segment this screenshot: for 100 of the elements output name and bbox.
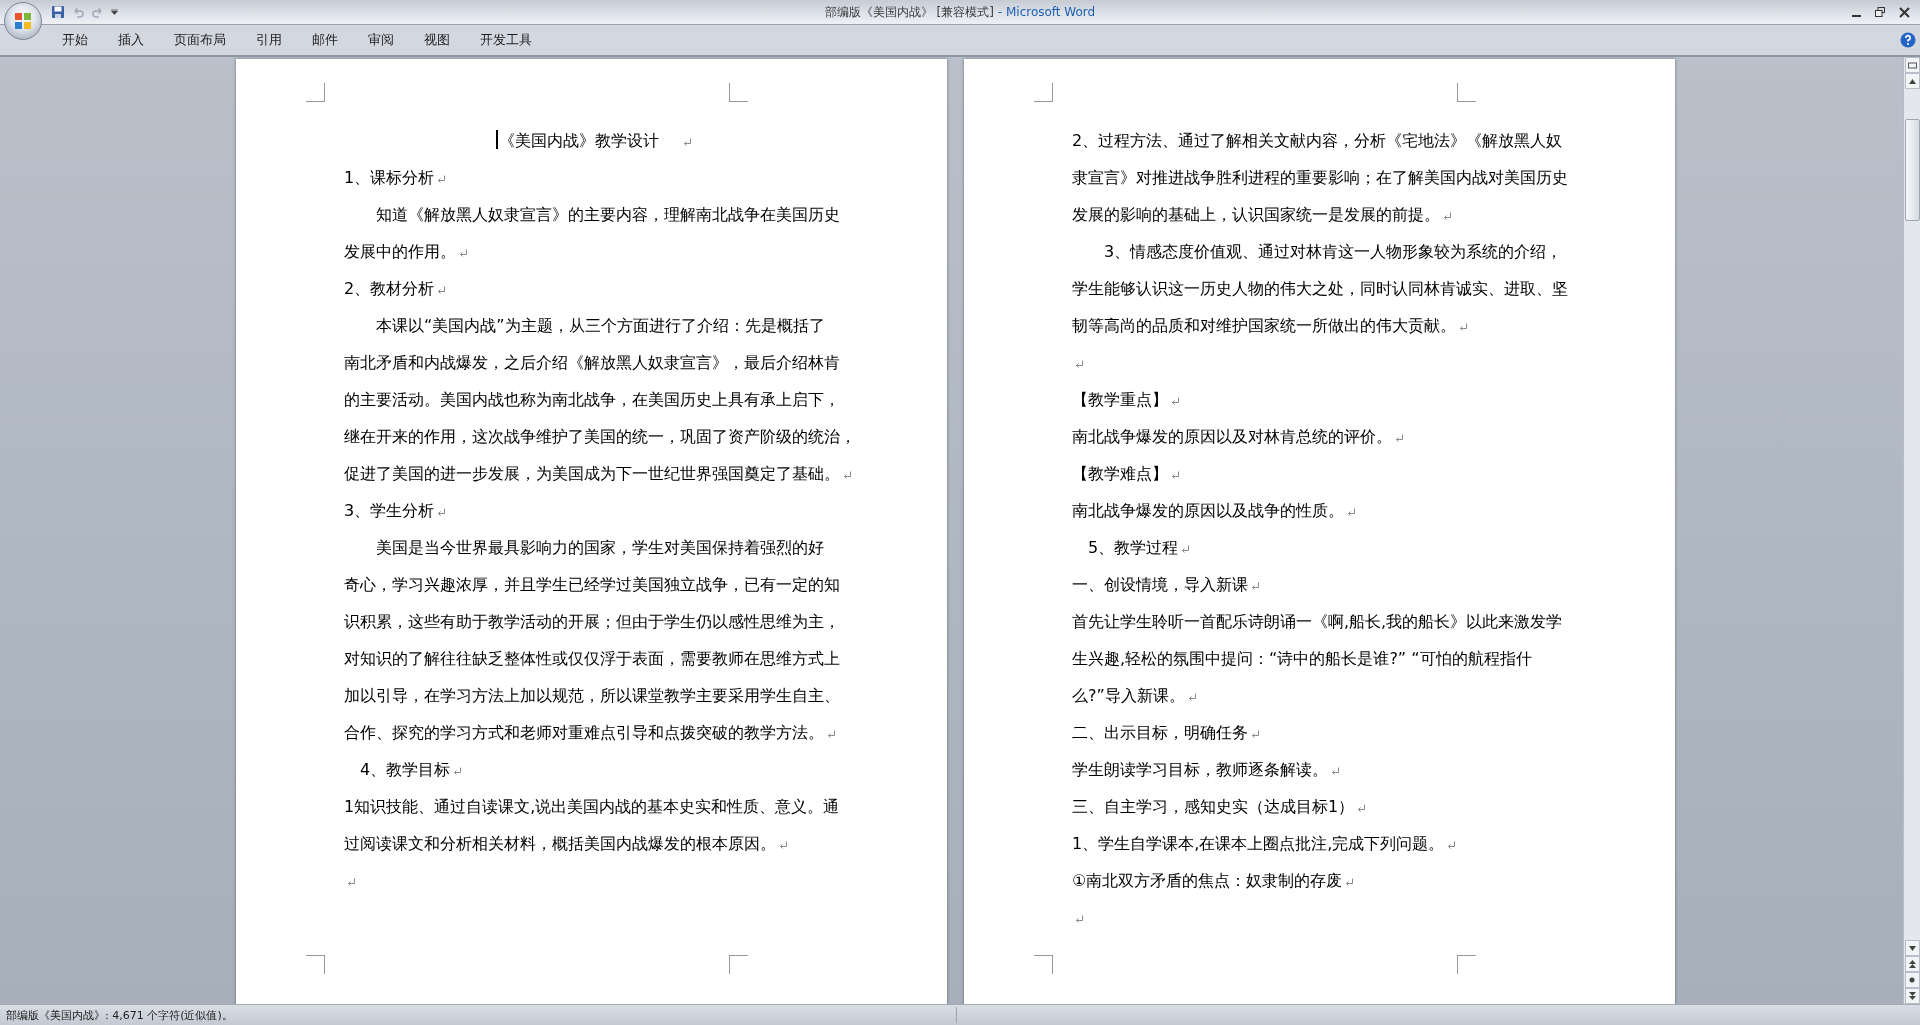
ribbon-tab[interactable]: 开发工具 bbox=[468, 28, 544, 52]
text-line: 3、学生分析 bbox=[344, 501, 435, 520]
dropdown-caret-icon bbox=[111, 9, 118, 15]
text-line: 加以引导，在学习方法上加以规范，所以课堂教学主要采用学生自主、 bbox=[344, 686, 840, 705]
close-icon bbox=[1898, 6, 1910, 18]
document-title: 《美国内战》教学设计 bbox=[499, 131, 660, 150]
paragraph-mark-icon bbox=[1395, 434, 1404, 443]
text-line: 1、学生自学课本,在课本上圈点批注,完成下列问题。 bbox=[1072, 834, 1445, 853]
text-line: 1、课标分析 bbox=[344, 168, 435, 187]
text-line: 南北矛盾和内战爆发，之后介绍《解放黑人奴隶宣言》，最后介绍林肯 bbox=[344, 353, 840, 372]
text-line: 发展中的作用。 bbox=[344, 242, 456, 261]
crop-mark bbox=[729, 955, 748, 974]
previous-page-button[interactable] bbox=[1904, 956, 1920, 972]
text-line: 知道《解放黑人奴隶宣言》的主要内容，理解南北战争在美国历史 bbox=[376, 205, 840, 224]
text-line: 5、教学过程 bbox=[1088, 538, 1179, 557]
dot-icon bbox=[1909, 977, 1915, 983]
paragraph-mark-icon bbox=[1075, 360, 1084, 369]
text-line: 4、教学目标 bbox=[360, 760, 451, 779]
text-line: 继在开来的作用，这次战争维护了美国的统一，巩固了资产阶级的统治， bbox=[344, 427, 856, 446]
text-line: 美国是当今世界最具影响力的国家，学生对美国保持着强烈的好 bbox=[376, 538, 824, 557]
browse-object-button[interactable] bbox=[1904, 972, 1920, 988]
text-line: 隶宣言》对推进战争胜利进程的重要影响；在了解美国内战对美国历史 bbox=[1072, 168, 1568, 187]
paragraph-mark-icon bbox=[1443, 212, 1452, 221]
crop-mark bbox=[306, 955, 325, 974]
ribbon-tab[interactable]: 引用 bbox=[244, 28, 294, 52]
ribbon-tab[interactable]: 视图 bbox=[412, 28, 462, 52]
paragraph-mark-icon bbox=[1459, 323, 1468, 332]
paragraph-mark-icon bbox=[1251, 582, 1260, 591]
next-page-button[interactable] bbox=[1904, 988, 1920, 1004]
text-line: 南北战争爆发的原因以及对林肯总统的评价。 bbox=[1072, 427, 1392, 446]
crop-mark bbox=[1034, 955, 1053, 974]
text-line: 【教学重点】 bbox=[1072, 390, 1168, 409]
paragraph-mark-icon bbox=[1181, 545, 1191, 554]
redo-icon bbox=[91, 5, 105, 19]
text-line: 1知识技能、通过自读课文,说出美国内战的基本史实和性质、意义。通 bbox=[344, 797, 840, 816]
ruler-button[interactable] bbox=[1904, 57, 1920, 73]
paragraph-mark-icon bbox=[1187, 693, 1197, 702]
ribbon-tab[interactable]: 开始 bbox=[50, 28, 100, 52]
text-line: 韧等高尚的品质和对维护国家统一所做出的伟大贡献。 bbox=[1072, 316, 1456, 335]
text-line: 过阅读课文和分析相关材料，概括美国内战爆发的根本原因。 bbox=[344, 834, 776, 853]
text-line: 学生朗读学习目标，教师逐条解读。 bbox=[1072, 760, 1328, 779]
paragraph-mark-icon bbox=[1171, 471, 1180, 480]
text-line: 合作、探究的学习方式和老师对重难点引导和点拨突破的教学方法。 bbox=[344, 723, 824, 742]
down-arrow-icon bbox=[1908, 945, 1916, 951]
text-line: 【教学难点】 bbox=[1072, 464, 1168, 483]
double-up-arrow-icon bbox=[1908, 960, 1916, 968]
paragraph-mark-icon bbox=[1331, 767, 1340, 776]
crop-mark bbox=[1457, 955, 1476, 974]
text-line: 二、出示目标，明确任务 bbox=[1072, 723, 1248, 742]
paragraph-mark-icon bbox=[437, 508, 447, 517]
text-line: 本课以“美国内战”为主题，从三个方面进行了介绍：先是概括了 bbox=[376, 316, 825, 335]
text-line: 三、自主学习，感知史实（达成目标1） bbox=[1072, 797, 1355, 816]
paragraph-mark-icon bbox=[682, 138, 692, 147]
text-line: 2、过程方法、通过了解相关文献内容，分析《宅地法》《解放黑人奴 bbox=[1072, 131, 1563, 150]
crop-mark bbox=[306, 83, 325, 102]
crop-mark bbox=[1457, 83, 1476, 102]
paragraph-mark-icon bbox=[459, 249, 468, 258]
ribbon-tab[interactable]: 邮件 bbox=[300, 28, 350, 52]
scroll-down-button[interactable] bbox=[1904, 940, 1920, 956]
paragraph-mark-icon bbox=[779, 841, 788, 850]
save-icon bbox=[51, 5, 65, 19]
paragraph-mark-icon bbox=[1075, 915, 1084, 924]
undo-icon bbox=[71, 5, 85, 19]
help-button[interactable] bbox=[1900, 32, 1916, 48]
status-text: 部编版《美国内战》: 4,671 个字符(近似值)。 bbox=[5, 1007, 234, 1023]
crop-mark bbox=[1034, 83, 1053, 102]
paragraph-mark-icon bbox=[347, 878, 356, 887]
paragraph-mark-icon bbox=[1347, 508, 1356, 517]
text-line: 学生能够认识这一历史人物的伟大之处，同时认同林肯诚实、进取、坚 bbox=[1072, 279, 1568, 298]
paragraph-mark-icon bbox=[843, 471, 852, 480]
window-title: 部编版《美国内战》 [兼容模式] bbox=[824, 4, 994, 19]
ribbon-tab[interactable]: 插入 bbox=[106, 28, 156, 52]
paragraph-mark-icon bbox=[437, 286, 447, 295]
ribbon-tab[interactable]: 页面布局 bbox=[162, 28, 238, 52]
office-logo-icon bbox=[13, 11, 33, 31]
text-line: 识积累，这些有助于教学活动的开展；但由于学生仍以感性思维为主， bbox=[344, 612, 840, 631]
double-down-arrow-icon bbox=[1908, 992, 1916, 1000]
text-line: 3、情感态度价值观、通过对林肯这一人物形象较为系统的介绍， bbox=[1104, 242, 1563, 261]
text-line: 奇心，学习兴趣浓厚，并且学生已经学过美国独立战争，已有一定的知 bbox=[344, 575, 840, 594]
text-line: ①南北双方矛盾的焦点：奴隶制的存废 bbox=[1072, 871, 1343, 890]
text-line: 2、教材分析 bbox=[344, 279, 435, 298]
ribbon-tab[interactable]: 审阅 bbox=[356, 28, 406, 52]
text-line: 对知识的了解往往缺乏整体性或仅仅浮于表面，需要教师在思维方式上 bbox=[344, 649, 840, 668]
crop-mark bbox=[729, 83, 748, 102]
text-line: 的主要活动。美国内战也称为南北战争，在美国历史上具有承上启下， bbox=[344, 390, 840, 409]
text-line: 南北战争爆发的原因以及战争的性质。 bbox=[1072, 501, 1344, 520]
paragraph-mark-icon bbox=[1251, 730, 1260, 739]
paragraph-mark-icon bbox=[1171, 397, 1180, 406]
help-icon bbox=[1900, 32, 1916, 48]
scroll-up-button[interactable] bbox=[1904, 73, 1920, 89]
vertical-scrollbar[interactable] bbox=[1903, 57, 1920, 1004]
office-button[interactable] bbox=[4, 2, 42, 40]
text-line: 促进了美国的进一步发展，为美国成为下一世纪世界强国奠定了基础。 bbox=[344, 464, 840, 483]
restore-icon bbox=[1875, 7, 1885, 17]
up-arrow-icon bbox=[1908, 78, 1916, 84]
scroll-thumb[interactable] bbox=[1904, 119, 1920, 221]
ruler-icon bbox=[1907, 60, 1917, 70]
paragraph-mark-icon bbox=[1447, 841, 1457, 850]
paragraph-mark-icon bbox=[1345, 878, 1355, 887]
text-line: 一、创设情境，导入新课 bbox=[1072, 575, 1248, 594]
